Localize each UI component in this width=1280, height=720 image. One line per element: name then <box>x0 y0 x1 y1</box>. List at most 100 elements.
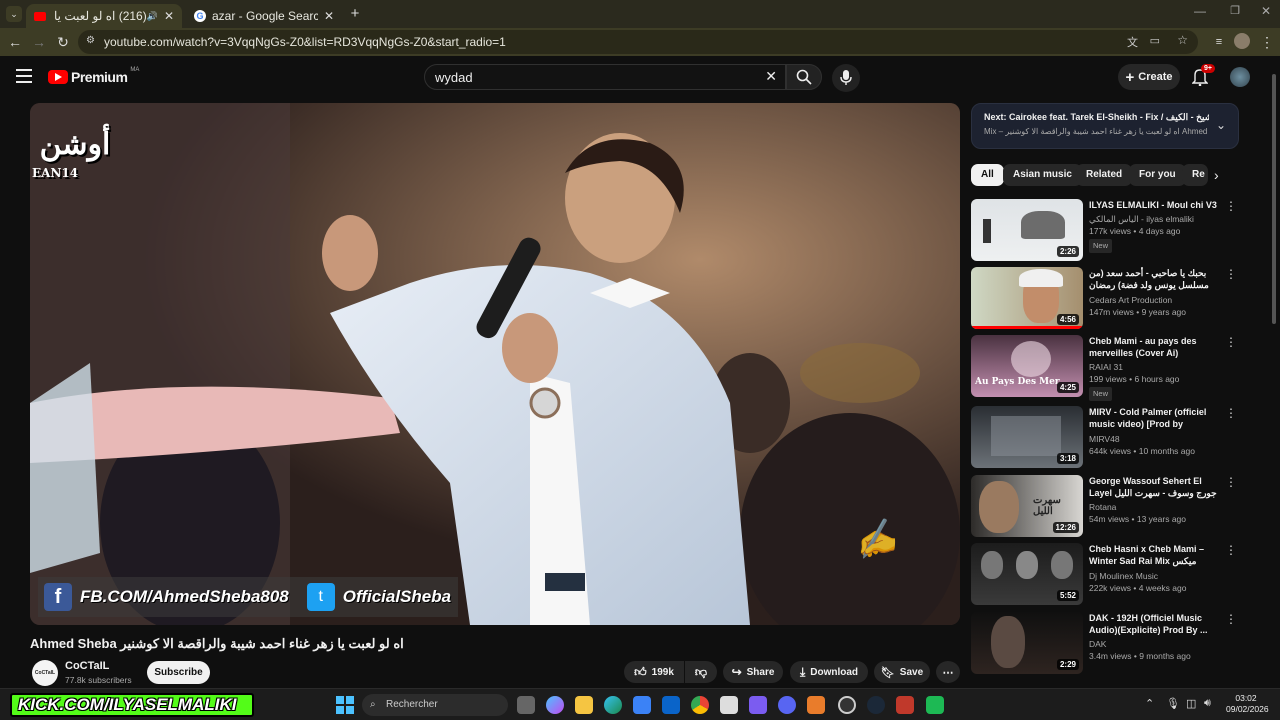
save-button[interactable]: 🔖︎ Save <box>874 661 930 683</box>
recommendation-item[interactable]: 2:29 DAK - 192H (Officiel Music Audio)(E… <box>971 612 1241 676</box>
forward-arrow-icon[interactable]: → <box>30 33 48 51</box>
chip-asian-music[interactable]: Asian music <box>1003 164 1082 186</box>
download-button[interactable]: ⤓ Download <box>790 661 868 683</box>
search-input[interactable]: wydad ✕ <box>424 64 786 90</box>
voice-search-button[interactable] <box>832 64 860 92</box>
like-button[interactable]: 👍︎ 199k <box>624 661 684 683</box>
page-scrollbar[interactable] <box>1270 64 1278 684</box>
recommendation-item[interactable]: 5:52 Cheb Hasni x Cheb Mami – Winter Sad… <box>971 543 1241 607</box>
translate-icon[interactable]: 文 <box>1127 34 1138 50</box>
site-info-icon[interactable]: ⚙ <box>86 35 95 46</box>
notes-app-icon[interactable] <box>896 696 914 714</box>
more-options-icon[interactable]: ⋮ <box>1225 199 1237 213</box>
channel-name[interactable]: CoCTaIL <box>65 660 109 672</box>
more-options-icon[interactable]: ⋮ <box>1225 475 1237 489</box>
video-thumbnail[interactable]: 3:18 <box>971 406 1083 468</box>
recommendation-info: George Wassouf Sehert El Layel جورج وسوف… <box>1089 475 1225 525</box>
close-tab-icon[interactable]: ✕ <box>324 9 334 23</box>
notifications-button[interactable]: 9+ <box>1191 64 1215 88</box>
store-icon[interactable] <box>633 696 651 714</box>
browser-menu-icon[interactable]: ⋮ <box>1258 33 1276 51</box>
recommendation-item[interactable]: Au Pays Des Mer 4:25 Cheb Mami - au pays… <box>971 335 1241 401</box>
more-actions-button[interactable]: ⋯ <box>936 661 960 683</box>
recommendation-item[interactable]: 4:56 بحبك يا صاحبي - أحمد سعد (من مسلسل … <box>971 267 1241 331</box>
close-window-button[interactable]: ✕ <box>1256 4 1276 22</box>
back-arrow-icon[interactable]: ← <box>6 33 24 51</box>
edge-icon[interactable] <box>604 696 622 714</box>
outlook-icon[interactable] <box>662 696 680 714</box>
tab-youtube[interactable]: (216) اه لو لعبت يا زهر غناء 🔊 ✕ <box>26 4 182 28</box>
minimize-button[interactable]: — <box>1190 4 1210 22</box>
speaker-icon[interactable]: 🔊 <box>147 11 158 22</box>
taskbar-search-label: Rechercher <box>386 699 438 710</box>
recommendation-item[interactable]: 2:26 ILYAS ELMALIKI - Moul chi V3 الياس … <box>971 199 1241 263</box>
task-view-icon[interactable] <box>517 696 535 714</box>
address-bar[interactable]: ⚙ youtube.com/watch?v=3VqqNgGs-Z0&list=R… <box>78 30 1198 54</box>
more-options-icon[interactable]: ⋮ <box>1225 543 1237 557</box>
tray-overflow-icon[interactable]: ⌃ <box>1145 697 1154 710</box>
channel-avatar[interactable]: CoCTaIL <box>32 660 58 686</box>
profile-avatar[interactable] <box>1234 33 1250 49</box>
new-tab-button[interactable]: + <box>346 5 364 23</box>
chip-all[interactable]: All <box>971 164 1004 186</box>
twitter-icon: t <box>306 583 335 611</box>
taskbar-search-box[interactable]: ⌕ Rechercher <box>362 694 508 716</box>
media-app-icon[interactable] <box>926 696 944 714</box>
up-next-card[interactable]: Next: Cairokee feat. Tarek El-Sheikh - F… <box>971 103 1239 149</box>
steam-icon[interactable] <box>867 696 885 714</box>
more-options-icon[interactable]: ⋮ <box>1225 267 1237 281</box>
chip-more[interactable]: Re <box>1182 164 1208 186</box>
clock[interactable]: 03:02 09/02/2026 <box>1226 693 1269 715</box>
extensions-icon[interactable]: ≡ <box>1210 33 1228 51</box>
copilot-icon[interactable] <box>546 696 564 714</box>
video-thumbnail[interactable]: 5:52 <box>971 543 1083 605</box>
file-explorer-icon[interactable] <box>575 696 593 714</box>
cast-icon[interactable]: ▭ <box>1150 34 1160 47</box>
chip-related[interactable]: Related <box>1076 164 1133 186</box>
video-thumbnail[interactable]: 2:29 <box>971 612 1083 674</box>
account-avatar[interactable] <box>1230 67 1250 87</box>
more-options-icon[interactable]: ⋮ <box>1225 612 1237 626</box>
youtube-logo[interactable]: Premium MA <box>48 67 139 85</box>
restore-button[interactable]: ❐ <box>1225 4 1245 22</box>
reload-icon[interactable]: ↻ <box>54 33 72 51</box>
video-thumbnail[interactable]: سهرت الليل 12:26 <box>971 475 1083 537</box>
hamburger-menu-icon[interactable] <box>16 69 32 83</box>
save-label: Save <box>899 666 924 678</box>
dislike-button[interactable]: 👎︎ <box>685 661 717 683</box>
video-thumbnail[interactable]: 2:26 <box>971 199 1083 261</box>
network-icon[interactable]: ◫ <box>1186 697 1196 710</box>
recommendation-info: Cheb Mami - au pays des merveilles (Cove… <box>1089 335 1225 401</box>
obs-icon[interactable] <box>838 696 856 714</box>
chip-for-you[interactable]: For you <box>1129 164 1186 186</box>
recommendation-info: Cheb Hasni x Cheb Mami – Winter Sad Rai … <box>1089 543 1225 594</box>
video-thumbnail[interactable]: Au Pays Des Mer 4:25 <box>971 335 1083 397</box>
bookmark-star-icon[interactable]: ☆ <box>1177 33 1188 47</box>
bookmark-icon: 🔖︎ <box>880 666 895 679</box>
chevron-down-icon[interactable]: ⌄ <box>1216 118 1226 132</box>
microphone-tray-icon[interactable]: 🎙︎ <box>1166 697 1180 710</box>
volume-icon[interactable]: 🔊︎ <box>1204 697 1211 710</box>
clear-search-icon[interactable]: ✕ <box>765 68 777 85</box>
game-app-icon[interactable] <box>749 696 767 714</box>
discord-icon[interactable] <box>778 696 796 714</box>
chips-next-arrow-icon[interactable]: › <box>1214 167 1219 183</box>
recommendation-item[interactable]: سهرت الليل 12:26 George Wassouf Sehert E… <box>971 475 1241 539</box>
video-thumbnail[interactable]: 4:56 <box>971 267 1083 329</box>
chrome-icon[interactable] <box>691 696 709 714</box>
video-player[interactable]: أوشن EAN14 ✍ f FB.COM/AhmedSheba808 t Of… <box>30 103 960 625</box>
more-options-icon[interactable]: ⋮ <box>1225 406 1237 420</box>
streaming-app-icon[interactable] <box>807 696 825 714</box>
recommendation-info: MIRV - Cold Palmer (officiel music video… <box>1089 406 1225 457</box>
recommendation-item[interactable]: 3:18 MIRV - Cold Palmer (officiel music … <box>971 406 1241 470</box>
create-button[interactable]: + Create <box>1118 64 1180 90</box>
tab-google[interactable]: G azar - Google Search ✕ <box>186 4 342 28</box>
tab-search-menu-button[interactable]: ⌄ <box>6 6 22 22</box>
app-icon[interactable] <box>720 696 738 714</box>
share-button[interactable]: ↪ Share <box>723 661 783 683</box>
close-tab-icon[interactable]: ✕ <box>164 9 174 23</box>
start-button[interactable] <box>336 696 354 714</box>
subscribe-button[interactable]: Subscribe <box>147 661 210 684</box>
more-options-icon[interactable]: ⋮ <box>1225 335 1237 349</box>
search-button[interactable] <box>786 64 822 90</box>
